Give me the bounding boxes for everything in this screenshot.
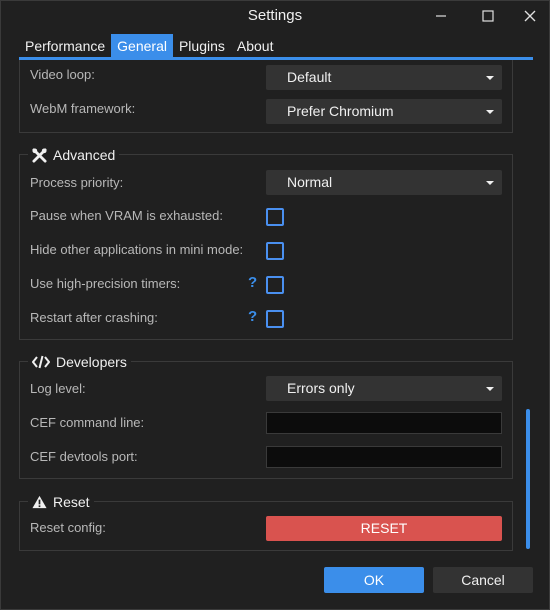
code-icon	[32, 355, 50, 369]
cef-devtools-port-input[interactable]	[266, 446, 502, 468]
maximize-button[interactable]	[468, 1, 508, 31]
webm-framework-label: WebM framework:	[30, 101, 136, 116]
cef-devtools-port-label: CEF devtools port:	[30, 449, 138, 464]
close-button[interactable]	[510, 1, 550, 31]
reset-group: Reset Reset config: RESET	[19, 492, 513, 551]
chevron-down-icon	[486, 76, 494, 80]
log-level-label: Log level:	[30, 381, 86, 396]
window-title: Settings	[247, 7, 303, 24]
chevron-down-icon	[486, 110, 494, 114]
maximize-icon	[482, 10, 494, 22]
tab-about[interactable]: About	[231, 34, 280, 58]
tools-icon	[32, 147, 47, 163]
restart-crash-help-icon[interactable]: ?	[248, 308, 257, 325]
developers-group: Developers Log level: Errors only CEF co…	[19, 352, 513, 479]
reset-title-text: Reset	[53, 494, 90, 510]
settings-window: Settings Performance General Plugins Abo…	[0, 0, 550, 610]
log-level-select[interactable]: Errors only	[266, 376, 502, 401]
hide-apps-checkbox[interactable]	[266, 242, 284, 260]
log-level-value: Errors only	[287, 380, 355, 396]
ok-button[interactable]: OK	[324, 567, 424, 593]
minimize-button[interactable]	[421, 1, 461, 31]
settings-content: Video loop: Default WebM framework: Pref…	[1, 60, 549, 552]
high-precision-checkbox[interactable]	[266, 276, 284, 294]
high-precision-help-icon[interactable]: ?	[248, 274, 257, 291]
restart-crash-label: Restart after crashing:	[30, 310, 158, 325]
webm-framework-select[interactable]: Prefer Chromium	[266, 99, 502, 124]
close-icon	[524, 10, 536, 22]
chevron-down-icon	[486, 181, 494, 185]
reset-group-title: Reset	[28, 492, 94, 512]
advanced-title-text: Advanced	[53, 147, 116, 163]
video-loop-select[interactable]: Default	[266, 65, 502, 90]
advanced-group-title: Advanced	[28, 145, 120, 165]
video-loop-label: Video loop:	[30, 67, 95, 82]
tab-performance[interactable]: Performance	[19, 34, 111, 58]
chevron-down-icon	[486, 387, 494, 391]
title-bar: Settings	[1, 1, 549, 31]
webm-framework-value: Prefer Chromium	[287, 103, 394, 119]
process-priority-value: Normal	[287, 174, 333, 190]
process-priority-select[interactable]: Normal	[266, 170, 502, 195]
playback-group: Video loop: Default WebM framework: Pref…	[19, 60, 513, 133]
reset-button[interactable]: RESET	[266, 516, 502, 541]
hide-apps-label: Hide other applications in mini mode:	[30, 242, 244, 257]
restart-crash-checkbox[interactable]	[266, 310, 284, 328]
high-precision-label: Use high-precision timers:	[30, 276, 181, 291]
scrollbar-thumb[interactable]	[526, 409, 530, 549]
developers-group-title: Developers	[28, 352, 131, 372]
cancel-button[interactable]: Cancel	[433, 567, 533, 593]
cef-command-line-label: CEF command line:	[30, 415, 145, 430]
tab-general[interactable]: General	[111, 34, 173, 58]
tab-plugins[interactable]: Plugins	[173, 34, 231, 58]
minimize-icon	[436, 15, 446, 17]
process-priority-label: Process priority:	[30, 175, 124, 190]
reset-config-label: Reset config:	[30, 520, 106, 535]
pause-vram-checkbox[interactable]	[266, 208, 284, 226]
warning-icon	[32, 495, 47, 509]
pause-vram-label: Pause when VRAM is exhausted:	[30, 208, 223, 223]
advanced-group: Advanced Process priority: Normal Pause …	[19, 145, 513, 340]
video-loop-value: Default	[287, 69, 332, 85]
cef-command-line-input[interactable]	[266, 412, 502, 434]
developers-title-text: Developers	[56, 354, 127, 370]
tab-bar: Performance General Plugins About	[19, 34, 279, 58]
